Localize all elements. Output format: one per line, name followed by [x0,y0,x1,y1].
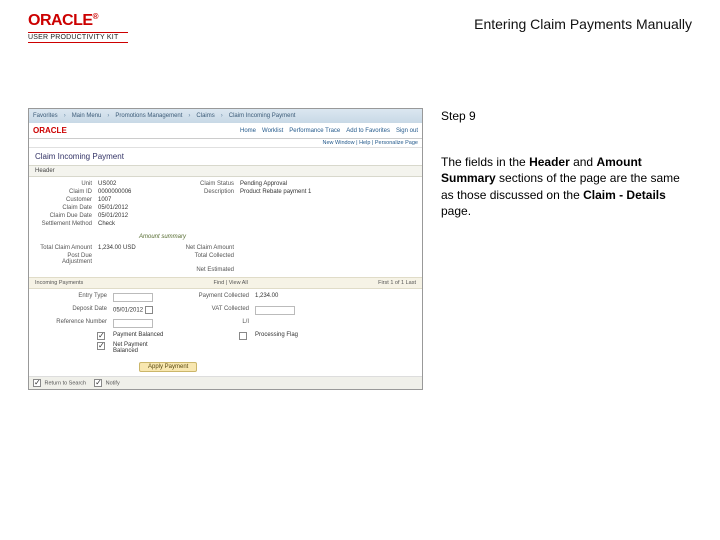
val-total: 1,234.00 USD [98,245,173,251]
lbl-entry: Entry Type [37,293,107,304]
lbl-desc: Description [179,189,234,195]
lbl-date: Claim Date [37,205,92,211]
val-date: 05/01/2012 [98,205,173,211]
apply-payment-button[interactable]: Apply Payment [139,362,197,372]
val-due: 05/01/2012 [98,213,173,219]
val-desc: Product Rebate payment 1 [240,189,315,195]
lbl-due: Claim Due Date [37,213,92,219]
ss-oracle-logo: ORACLE [33,126,67,135]
calendar-icon[interactable] [145,306,153,314]
lbl-post: Post Due Adjustment [37,253,92,265]
instruction-panel: Step 9 The fields in the Header and Amou… [441,108,681,219]
lbl-proc: Processing Flag [255,332,315,340]
lbl-ref: Reference Number [37,319,107,330]
lbl-unit: Unit [37,181,92,187]
lbl-status: Claim Status [179,181,234,187]
ss-top-links: Home Worklist Performance Trace Add to F… [240,128,418,134]
return-icon[interactable] [33,379,41,387]
instruction-text: The fields in the Header and Amount Summ… [441,154,681,219]
lbl-pbal: Net Payment Balanced [113,342,173,354]
lbl-tip: L/I [179,319,249,330]
upk-label: USER PRODUCTIVITY KIT [28,32,128,43]
lbl-claimid: Claim ID [37,189,92,195]
ss-header-form: Unit US002 Claim Status Pending Approval… [29,177,422,231]
ss-header-tab[interactable]: Header [29,165,422,177]
val-cust: 1007 [98,197,173,203]
ss-link-home[interactable]: Home [240,128,256,134]
ss-amount-form: Total Claim Amount 1,234.00 USD Net Clai… [29,241,422,277]
page-title: Entering Claim Payments Manually [474,16,692,32]
ss-link-signout[interactable]: Sign out [396,128,418,134]
oracle-logo: ORACLE® [28,12,128,30]
lbl-vat: VAT Collected [179,306,249,317]
lbl-bal: Payment Balanced [113,332,173,340]
ss-payment-form: Entry Type Payment Collected 1,234.00 De… [29,289,422,358]
lbl-cust: Customer [37,197,92,203]
notify-icon[interactable] [94,379,102,387]
val-unit: US002 [98,181,173,187]
breadcrumb-item[interactable]: Main Menu [72,113,102,119]
lbl-coll: Total Collected [179,253,234,265]
val-dep: 05/01/2012 [113,308,143,314]
app-screenshot: Favorites› Main Menu› Promotions Managem… [28,108,423,390]
ss-page-title: Claim Incoming Payment [29,148,422,165]
val-status: Pending Approval [240,181,315,187]
val-meth: Check [98,221,173,227]
ss-paging[interactable]: First 1 of 1 Last [378,280,416,286]
ss-findview[interactable]: Find | View All [214,280,248,286]
lbl-est: Net Estimated [179,267,234,273]
breadcrumb-item[interactable]: Claims [196,113,214,119]
return-search-link[interactable]: Return to Search [45,380,87,386]
lbl-payamt: Payment Collected [179,293,249,304]
lbl-net: Net Claim Amount [179,245,234,251]
ss-link-worklist[interactable]: Worklist [262,128,283,134]
ss-incoming-bar: Incoming Payments Find | View All First … [29,277,422,289]
chk-netbal[interactable] [97,342,105,350]
oracle-logo-block: ORACLE® USER PRODUCTIVITY KIT [28,12,128,43]
val-claimid: 0000000006 [98,189,173,195]
breadcrumb: Favorites› Main Menu› Promotions Managem… [29,109,422,123]
chk-proc[interactable] [239,332,247,340]
ss-window-links[interactable]: New Window | Help | Personalize Page [29,139,422,148]
lbl-meth: Settlement Method [37,221,92,227]
notify-link[interactable]: Notify [106,380,120,386]
breadcrumb-item[interactable]: Favorites [33,113,58,119]
ref-select[interactable] [113,319,153,328]
ss-incoming-label: Incoming Payments [35,280,83,286]
ss-link-perf[interactable]: Performance Trace [289,128,340,134]
registered-mark: ® [93,12,98,21]
lbl-dep: Deposit Date [37,306,107,317]
vat-input[interactable] [255,306,295,315]
lbl-total: Total Claim Amount [37,245,92,251]
breadcrumb-item[interactable]: Claim Incoming Payment [229,113,296,119]
chk-balanced[interactable] [97,332,105,340]
val-payamt: 1,234.00 [255,293,315,304]
breadcrumb-item[interactable]: Promotions Management [115,113,182,119]
ss-link-fav[interactable]: Add to Favorites [346,128,390,134]
entry-type-select[interactable] [113,293,153,302]
step-label: Step 9 [441,108,681,124]
ss-amount-summary-label: Amount summary [29,231,422,241]
oracle-logo-text: ORACLE [28,12,93,29]
